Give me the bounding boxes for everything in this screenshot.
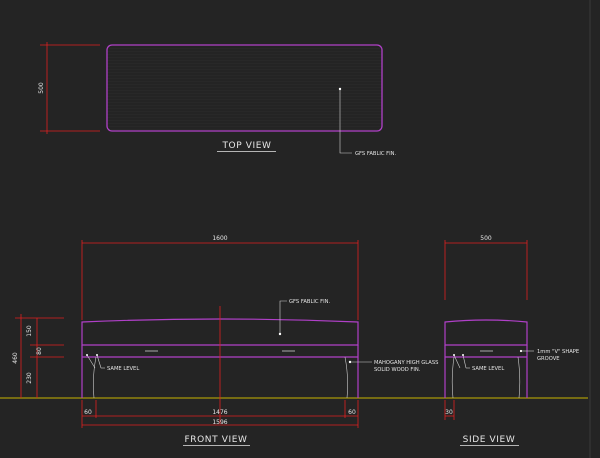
front-view-fabric-dot — [278, 332, 282, 336]
front-view-right-offset-label: 60 — [348, 409, 356, 416]
front-view: 1600 60 1476 60 1596 460 150 80 230 GFS … — [12, 235, 438, 446]
side-view-legs — [451, 356, 521, 399]
front-view-middle-label: 1476 — [212, 409, 227, 416]
side-view-width-label: 500 — [480, 235, 492, 242]
top-view-note: GFS FABLIC FIN. — [355, 151, 397, 157]
front-view-wood-note-line2: SOLID WOOD FIN. — [374, 367, 421, 373]
front-view-overall-bottom-label: 1596 — [212, 419, 227, 426]
side-view-bench — [444, 319, 528, 398]
top-view-title: TOP VIEW — [221, 141, 271, 151]
side-view-groove-note-line1: 1mm "V" SHAPE — [537, 349, 579, 355]
front-view-overall-top-label: 1600 — [212, 235, 227, 242]
top-view-note-dot — [338, 87, 342, 91]
front-view-legs — [93, 356, 348, 399]
side-view-groove-note-line2: GROOVE — [537, 356, 560, 362]
front-view-top-height-label: 150 — [26, 325, 33, 337]
front-view-level-note: SAME LEVEL — [107, 366, 139, 372]
front-view-height-dimensions — [15, 314, 64, 398]
front-view-mid-height-label: 80 — [36, 347, 43, 355]
front-view-title: FRONT VIEW — [184, 435, 247, 445]
side-view-width-dimension — [444, 240, 528, 300]
front-view-left-offset-label: 60 — [84, 409, 92, 416]
cad-drawing: 500 GFS FABLIC FIN. TOP VIEW 1600 60 147… — [0, 0, 591, 458]
top-view: 500 GFS FABLIC FIN. TOP VIEW — [38, 42, 397, 157]
front-view-level-dot-1 — [86, 354, 88, 356]
side-view-level-dot-2 — [462, 354, 464, 356]
side-view: 500 30 SAME LEVEL 1mm "V" SHAPE GROOVE S… — [444, 235, 579, 446]
front-view-fabric-leader — [279, 300, 287, 334]
front-view-level-dot-2 — [96, 354, 98, 356]
side-view-level-dot-1 — [453, 354, 455, 356]
front-view-bottom-height-label: 230 — [26, 372, 33, 384]
side-view-offset-label: 30 — [445, 409, 453, 416]
top-view-height-dimension — [40, 42, 100, 134]
front-view-wood-dot — [348, 360, 352, 364]
front-view-wood-note-line1: MAHOGANY HIGH GLASS — [374, 360, 438, 366]
front-view-fabric-note: GFS FABLIC FIN. — [289, 299, 331, 305]
side-view-groove-dot — [519, 349, 523, 353]
top-view-outline — [106, 44, 383, 132]
side-view-level-note: SAME LEVEL — [472, 366, 504, 372]
front-view-total-height-label: 460 — [12, 352, 19, 364]
side-view-title: SIDE VIEW — [463, 435, 516, 445]
top-view-height-label: 500 — [38, 82, 45, 94]
